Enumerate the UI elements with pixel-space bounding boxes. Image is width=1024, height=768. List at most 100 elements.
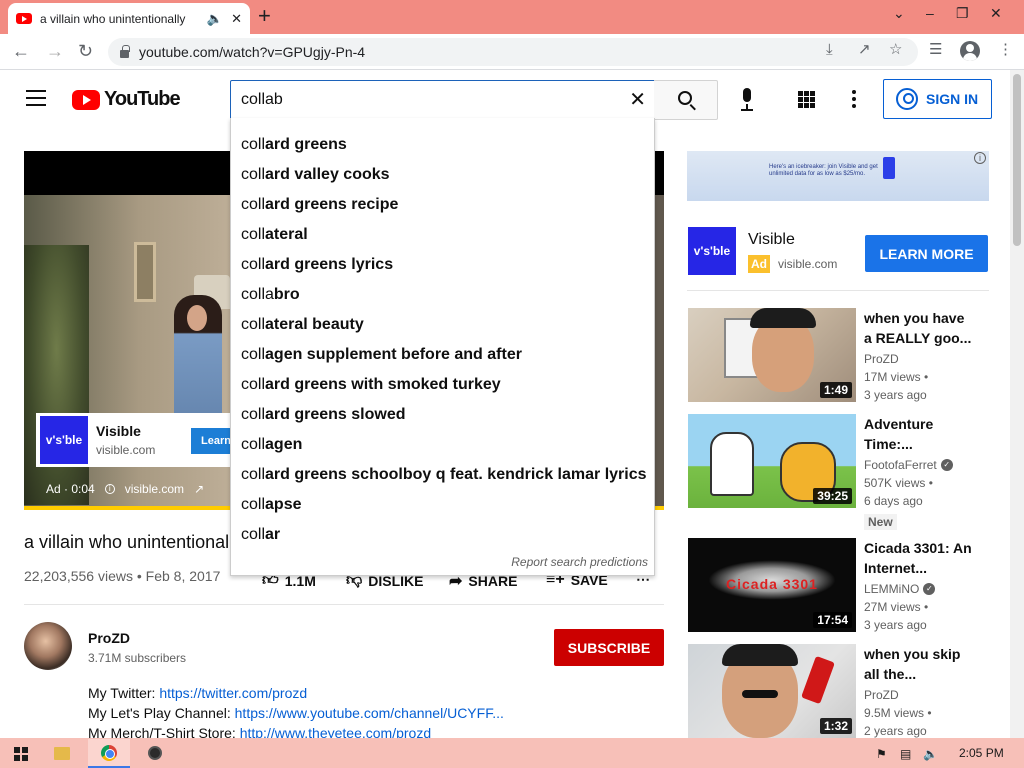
back-icon[interactable]: ← (12, 41, 30, 61)
suggestion-item[interactable]: collateral (231, 220, 654, 250)
logo-text: YouTube (104, 88, 181, 110)
report-predictions-link[interactable]: Report search predictions (511, 555, 648, 569)
recommended-title[interactable]: when you have a REALLY goo... (864, 308, 974, 348)
suggestion-item[interactable]: collard greens with smoked turkey (231, 370, 654, 400)
player-ad-card[interactable]: v's'ble Visible visible.com Learn m (36, 413, 256, 467)
recommended-views: 9.5M views • (864, 706, 932, 720)
close-window-icon[interactable]: ✕ (990, 3, 1002, 23)
speaker-icon[interactable]: 🔈 (207, 12, 223, 25)
subscriber-count: 3.71M subscribers (88, 651, 187, 665)
reload-icon[interactable]: ↻ (78, 41, 93, 61)
video-title: a villain who unintentional (24, 532, 230, 552)
sidebar-banner-ad[interactable]: Here's an icebreaker: join Visible and g… (687, 151, 989, 201)
suggestion-item[interactable]: collard greens slowed (231, 400, 654, 430)
new-tab-icon[interactable]: + (258, 5, 271, 27)
ad-info-icon[interactable]: i (974, 152, 986, 164)
browser-tab-strip: a villain who unintentionally 🔈 ✕ + ⌄ – … (0, 0, 1024, 34)
description-link[interactable]: https://www.youtube.com/channel/UCYFF... (235, 705, 504, 721)
browser-tab[interactable]: a villain who unintentionally 🔈 ✕ (8, 3, 250, 34)
duration-badge: 17:54 (813, 612, 852, 628)
recommended-channel: ProZD (864, 352, 899, 366)
video-thumbnail[interactable]: Cicada 3301 17:54 (688, 538, 856, 632)
flag-icon[interactable]: ⚑ (876, 747, 887, 761)
ad-domain-link[interactable]: visible.com (125, 482, 184, 496)
video-thumbnail[interactable]: 1:32 (688, 644, 856, 738)
profile-avatar-icon[interactable] (960, 41, 980, 61)
search-button[interactable] (654, 80, 718, 120)
windows-start-icon[interactable] (14, 747, 28, 761)
taskbar-chrome-button[interactable] (88, 739, 130, 768)
suggestion-item[interactable]: collagen supplement before and after (231, 340, 654, 370)
youtube-logo[interactable]: YouTube (72, 88, 181, 111)
scrollbar-thumb[interactable] (1013, 74, 1021, 246)
lock-icon[interactable] (120, 45, 130, 58)
recommended-views: 17M views • (864, 370, 929, 384)
external-link-icon[interactable]: ↗ (194, 482, 204, 496)
sponsor-name[interactable]: Visible (748, 231, 795, 249)
obs-icon[interactable] (148, 746, 162, 760)
recommended-video[interactable]: Cicada 3301 17:54 Cicada 3301: An Intern… (688, 538, 988, 638)
apps-grid-icon[interactable] (798, 91, 815, 108)
search-input[interactable] (241, 81, 611, 119)
duration-badge: 1:32 (819, 718, 852, 734)
suggestion-item[interactable]: collard greens schoolboy q feat. kendric… (231, 460, 654, 490)
volume-icon[interactable]: 🔈 (923, 747, 938, 761)
recommended-age: 3 years ago (864, 618, 927, 632)
suggestion-item[interactable]: collard greens recipe (231, 190, 654, 220)
recommended-video[interactable]: 39:25 Adventure Time:... FootofaFerret ✓ … (688, 414, 988, 532)
recommended-title[interactable]: Cicada 3301: An Internet... (864, 538, 974, 578)
search-icon (678, 91, 692, 105)
close-tab-icon[interactable]: ✕ (231, 12, 242, 25)
suggestion-item[interactable]: collard valley cooks (231, 160, 654, 190)
video-meta: 22,203,556 views • Feb 8, 2017 (24, 568, 221, 584)
browser-menu-icon[interactable]: ⋮ (998, 41, 1013, 59)
tab-search-chevron-icon[interactable]: ⌄ (893, 3, 905, 23)
suggestion-item[interactable]: collapse (231, 490, 654, 520)
search-box[interactable]: ✕ (230, 80, 655, 120)
recommended-video[interactable]: 1:49 when you have a REALLY goo... ProZD… (688, 308, 988, 408)
network-icon[interactable]: ▤ (900, 747, 911, 761)
media-control-icon[interactable]: ☰ (929, 41, 942, 59)
recommended-title[interactable]: Adventure Time:... (864, 414, 974, 454)
file-explorer-icon[interactable] (54, 747, 70, 760)
description-link[interactable]: https://twitter.com/prozd (159, 685, 307, 701)
omnibox[interactable]: youtube.com/watch?v=GPUgjy-Pn-4 (108, 38, 918, 66)
channel-name[interactable]: ProZD (88, 630, 130, 646)
install-icon[interactable]: ⤓ (826, 41, 833, 59)
recommended-title[interactable]: when you skip all the... (864, 644, 974, 684)
sponsor-logo[interactable]: v's'ble (688, 227, 736, 275)
face-shape (187, 305, 207, 331)
toy-gun-shape (801, 655, 835, 705)
hamburger-menu-icon[interactable] (26, 90, 46, 106)
learn-more-button[interactable]: LEARN MORE (865, 235, 988, 272)
clear-search-icon[interactable]: ✕ (629, 89, 646, 111)
restore-icon[interactable]: ❐ (956, 3, 969, 23)
suggestion-item[interactable]: collabro (231, 280, 654, 310)
youtube-favicon-icon (16, 13, 32, 24)
minimize-icon[interactable]: – (926, 3, 934, 23)
channel-avatar[interactable] (24, 622, 72, 670)
banner-text: Here's an icebreaker: join Visible and g… (769, 164, 878, 177)
suggestion-item[interactable]: collard greens (231, 130, 654, 160)
forward-icon[interactable]: → (46, 41, 64, 61)
recommended-age: 3 years ago (864, 388, 927, 402)
video-thumbnail[interactable]: 39:25 (688, 414, 856, 508)
suggestion-item[interactable]: collateral beauty (231, 310, 654, 340)
share-page-icon[interactable]: ↗ (858, 41, 871, 59)
recommended-video[interactable]: 1:32 when you skip all the... ProZD 9.5M… (688, 644, 988, 744)
sign-in-button[interactable]: SIGN IN (883, 79, 992, 119)
suggestion-item[interactable]: collard greens lyrics (231, 250, 654, 280)
suggestion-item[interactable]: collar (231, 520, 654, 550)
suggestion-item[interactable]: collagen (231, 430, 654, 460)
wall-frame-shape (134, 242, 156, 302)
clock[interactable]: 2:05 PM (959, 746, 1004, 760)
tab-title: a villain who unintentionally (40, 11, 186, 26)
divider (687, 290, 989, 291)
settings-dots-icon[interactable] (852, 90, 856, 108)
microphone-icon[interactable] (738, 88, 756, 112)
url-text[interactable]: youtube.com/watch?v=GPUgjy-Pn-4 (139, 44, 365, 60)
info-icon[interactable]: i (104, 484, 115, 494)
video-thumbnail[interactable]: 1:49 (688, 308, 856, 402)
bookmark-star-icon[interactable]: ☆ (889, 41, 902, 59)
subscribe-button[interactable]: SUBSCRIBE (554, 629, 664, 666)
